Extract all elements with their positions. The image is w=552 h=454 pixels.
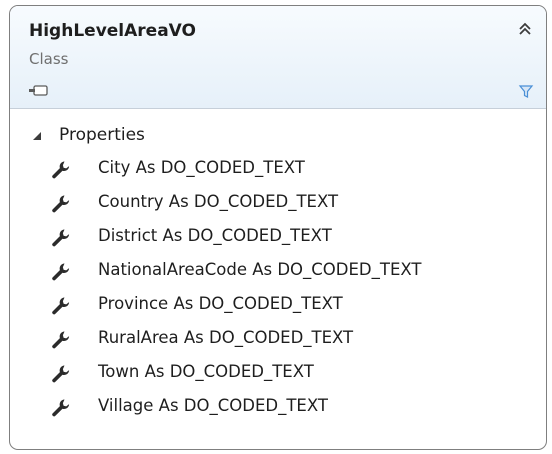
filter-icon[interactable]	[518, 83, 534, 99]
class-shape[interactable]: HighLevelAreaVO Class Properties City As…	[9, 5, 547, 450]
wrench-icon	[52, 297, 70, 315]
property-item[interactable]: Town As DO_CODED_TEXT	[10, 360, 546, 394]
property-item[interactable]: City As DO_CODED_TEXT	[10, 156, 546, 190]
wrench-icon	[52, 331, 70, 349]
property-item[interactable]: District As DO_CODED_TEXT	[10, 224, 546, 258]
class-header: HighLevelAreaVO Class	[10, 6, 546, 109]
property-item[interactable]: Village As DO_CODED_TEXT	[10, 394, 546, 428]
property-item[interactable]: Country As DO_CODED_TEXT	[10, 190, 546, 224]
property-item[interactable]: NationalAreaCode As DO_CODED_TEXT	[10, 258, 546, 292]
triangle-expanded-icon[interactable]	[32, 131, 42, 141]
wrench-icon	[52, 195, 70, 213]
class-body: Properties City As DO_CODED_TEXT Country…	[10, 109, 546, 428]
property-item[interactable]: Province As DO_CODED_TEXT	[10, 292, 546, 326]
property-label: Province As DO_CODED_TEXT	[98, 294, 343, 313]
property-label: Town As DO_CODED_TEXT	[98, 362, 314, 381]
wrench-icon	[52, 365, 70, 383]
property-label: NationalAreaCode As DO_CODED_TEXT	[98, 260, 422, 279]
section-label: Properties	[59, 125, 145, 145]
property-label: Village As DO_CODED_TEXT	[98, 396, 328, 415]
wrench-icon	[52, 161, 70, 179]
section-header-properties[interactable]: Properties	[10, 123, 546, 151]
property-label: City As DO_CODED_TEXT	[98, 158, 305, 177]
property-label: District As DO_CODED_TEXT	[98, 226, 332, 245]
double-chevron-up-icon[interactable]	[516, 20, 534, 38]
property-label: RuralArea As DO_CODED_TEXT	[98, 328, 354, 347]
wrench-icon	[52, 263, 70, 281]
property-item[interactable]: RuralArea As DO_CODED_TEXT	[10, 326, 546, 360]
class-stereotype: Class	[29, 50, 69, 68]
class-name[interactable]: HighLevelAreaVO	[29, 21, 196, 41]
member-list: City As DO_CODED_TEXT Country As DO_CODE…	[10, 151, 546, 428]
property-label: Country As DO_CODED_TEXT	[98, 192, 339, 211]
wrench-icon	[52, 229, 70, 247]
wrench-icon	[52, 399, 70, 417]
class-icon	[29, 85, 48, 96]
